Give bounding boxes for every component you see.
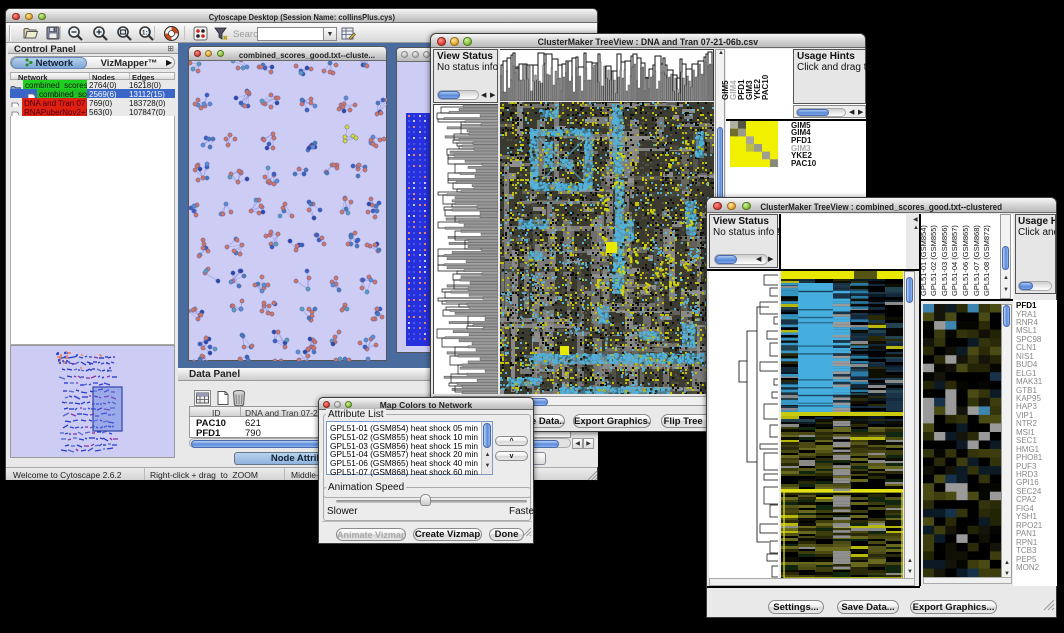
svg-text:1:1: 1:1	[142, 31, 151, 37]
